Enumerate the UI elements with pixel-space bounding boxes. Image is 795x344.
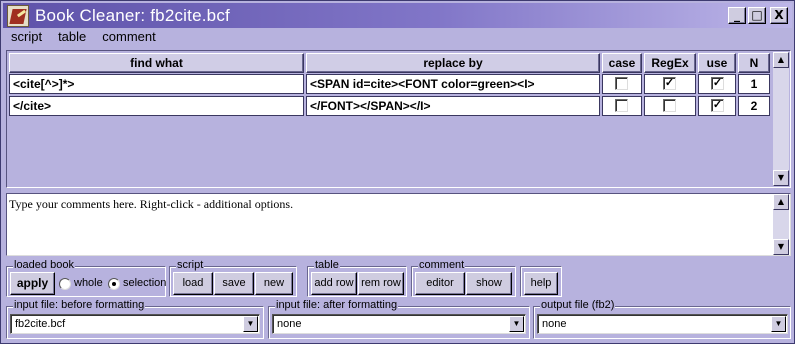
title-bar[interactable]: Book Cleaner: fb2cite.bcf _ □ X [3,3,792,28]
input-after-value: none [277,318,302,330]
loaded-book-group: loaded book apply whole selection [6,259,166,297]
whole-radio[interactable] [59,278,71,290]
chevron-down-icon[interactable]: ▼ [771,316,786,332]
table-group: table add row rem row [307,259,407,297]
replacement-table: find what replace by case RegEx use N <c… [6,50,791,188]
arrow-down-icon[interactable]: ▼ [773,239,789,255]
row1-number: 1 [738,74,770,94]
maximize-button[interactable]: □ [748,7,766,24]
table-label: table [314,259,340,272]
menu-comment[interactable]: comment [102,29,155,47]
menu-table[interactable]: table [58,29,86,47]
selection-radio[interactable] [108,278,120,290]
input-before-value: fb2cite.bcf [15,318,66,330]
load-button[interactable]: load [173,272,213,295]
save-button[interactable]: save [214,272,254,295]
menu-script[interactable]: script [11,29,42,47]
row1-use-cell: ✓ [698,74,736,94]
comment-group: comment editor show [411,259,516,297]
chevron-down-icon[interactable]: ▼ [243,316,258,332]
row2-find-what[interactable]: </cite> [9,96,304,116]
arrow-down-icon[interactable]: ▼ [773,170,789,186]
header-n[interactable]: N [738,53,770,73]
help-group: help [520,266,562,297]
editor-button[interactable]: editor [415,272,465,295]
row2-regex-cell [644,96,696,116]
selection-label[interactable]: selection [123,277,166,289]
table-scrollbar[interactable]: ▲ ▼ [773,52,789,186]
help-button[interactable]: help [524,272,558,295]
apply-button[interactable]: apply [10,272,55,295]
row1-use-checkbox[interactable]: ✓ [711,77,724,90]
input-after-label: input file: after formatting [275,299,399,312]
row2-replace-by[interactable]: </FONT></SPAN></I> [306,96,600,116]
row1-replace-by[interactable]: <SPAN id=cite><FONT color=green><I> [306,74,600,94]
output-select[interactable]: none ▼ [537,314,788,334]
app-window: Book Cleaner: fb2cite.bcf _ □ X script t… [0,0,795,344]
rem-row-button[interactable]: rem row [358,272,404,295]
window-title: Book Cleaner: fb2cite.bcf [35,5,230,25]
header-regex[interactable]: RegEx [644,53,696,73]
header-replace-by[interactable]: replace by [306,53,600,73]
close-button[interactable]: X [770,7,788,24]
row2-use-checkbox[interactable]: ✓ [711,99,724,112]
script-group: script load save new [169,259,297,297]
row1-case-cell [602,74,642,94]
comment-box[interactable]: Type your comments here. Right-click - a… [6,193,791,256]
input-before-select[interactable]: fb2cite.bcf ▼ [10,314,260,334]
chevron-down-icon[interactable]: ▼ [509,316,524,332]
row2-regex-checkbox[interactable] [663,99,676,112]
input-before-group: input file: before formatting fb2cite.bc… [6,299,264,339]
new-button[interactable]: new [255,272,293,295]
whole-label[interactable]: whole [74,277,103,289]
comment-label: comment [418,259,466,272]
output-label: output file (fb2) [540,299,616,312]
comment-scrollbar[interactable]: ▲ ▼ [773,194,789,255]
row2-case-cell [602,96,642,116]
minimize-button[interactable]: _ [728,7,746,24]
row1-find-what[interactable]: <cite[^>]*> [9,74,304,94]
arrow-up-icon[interactable]: ▲ [773,194,789,210]
row1-case-checkbox[interactable] [615,77,628,90]
row2-number: 2 [738,96,770,116]
row2-case-checkbox[interactable] [615,99,628,112]
menu-bar: script table comment [5,29,156,47]
arrow-up-icon[interactable]: ▲ [773,52,789,68]
input-after-select[interactable]: none ▼ [272,314,526,334]
row1-regex-cell: ✓ [644,74,696,94]
show-button[interactable]: show [466,272,512,295]
header-case[interactable]: case [602,53,642,73]
row1-regex-checkbox[interactable]: ✓ [663,77,676,90]
comment-text[interactable]: Type your comments here. Right-click - a… [9,197,293,212]
input-after-group: input file: after formatting none ▼ [268,299,530,339]
header-find-what[interactable]: find what [9,53,304,73]
add-row-button[interactable]: add row [311,272,357,295]
script-label: script [176,259,205,272]
output-group: output file (fb2) none ▼ [533,299,791,339]
loaded-book-label: loaded book [13,259,75,272]
book-cleaner-icon[interactable] [7,4,29,27]
header-use[interactable]: use [698,53,736,73]
input-before-label: input file: before formatting [13,299,146,312]
output-value: none [542,318,567,330]
row2-use-cell: ✓ [698,96,736,116]
